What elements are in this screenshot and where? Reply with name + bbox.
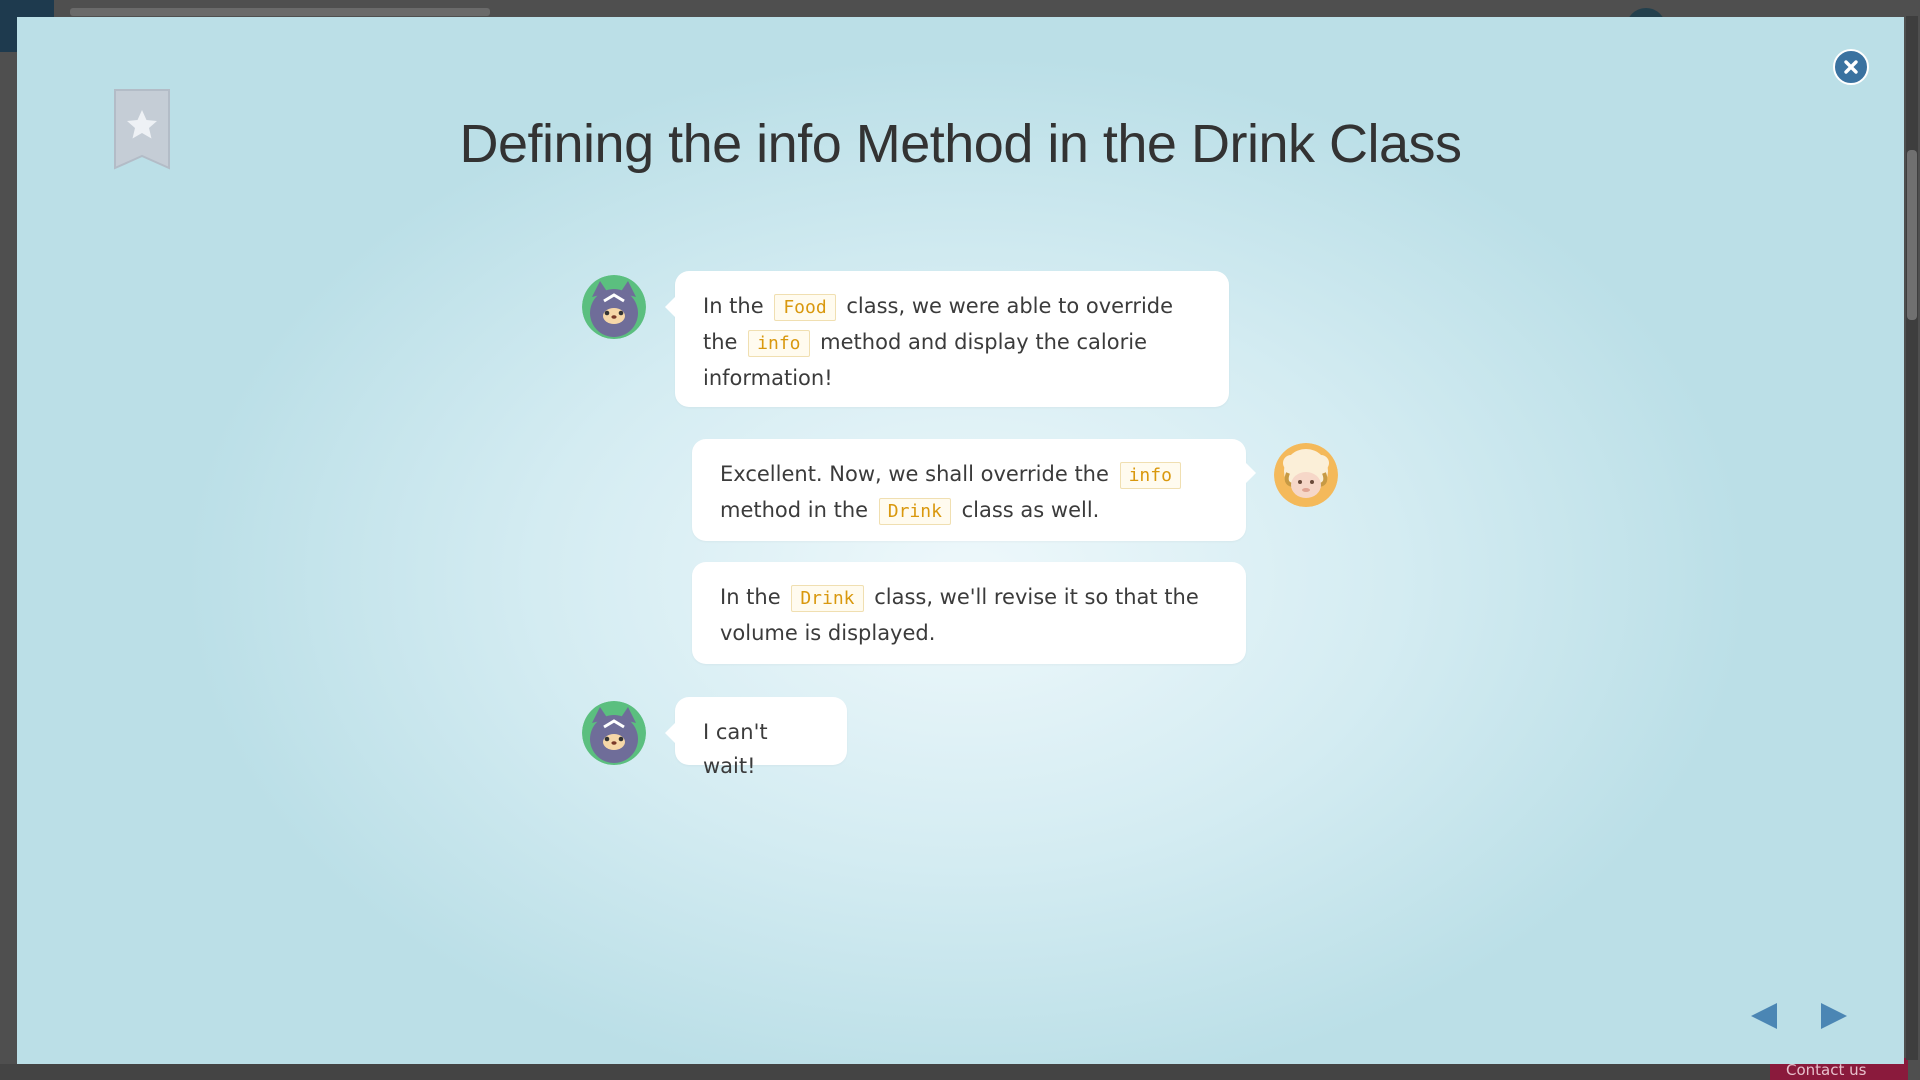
bottom-bar [0, 1064, 1770, 1080]
top-bar [70, 8, 490, 16]
message-text: method in the [720, 498, 875, 522]
close-icon [1844, 60, 1858, 74]
code-token: Drink [791, 585, 864, 612]
code-token: Drink [878, 498, 951, 525]
chat-message-4: I can't wait! [665, 697, 847, 778]
next-button[interactable] [1817, 999, 1851, 1033]
chat-message-3: In the Drink class, we'll revise it so t… [692, 562, 1246, 664]
message-text: In the [720, 585, 788, 609]
chat-message-1: In the Food class, we were able to overr… [665, 271, 1229, 407]
slide-modal: Defining the info Method in the Drink Cl… [17, 17, 1904, 1064]
close-button[interactable] [1833, 49, 1869, 85]
page-title: Defining the info Method in the Drink Cl… [459, 114, 1462, 174]
code-token: info [1119, 462, 1181, 489]
cat-avatar [582, 701, 646, 765]
chat-message-2: Excellent. Now, we shall override the in… [692, 439, 1256, 541]
sheep-avatar [1274, 443, 1338, 507]
triangle-left-icon [1751, 1003, 1777, 1029]
triangle-right-icon [1821, 1003, 1847, 1029]
message-text: class as well. [954, 498, 1100, 522]
cat-avatar [582, 275, 646, 339]
message-text: Excellent. Now, we shall override the [720, 462, 1116, 486]
message-text: I can't wait! [703, 720, 768, 778]
code-token: info [748, 330, 810, 357]
message-text: In the [703, 294, 771, 318]
prev-button[interactable] [1747, 999, 1781, 1033]
scrollbar-thumb[interactable] [1907, 150, 1917, 320]
code-token: Food [774, 294, 836, 321]
